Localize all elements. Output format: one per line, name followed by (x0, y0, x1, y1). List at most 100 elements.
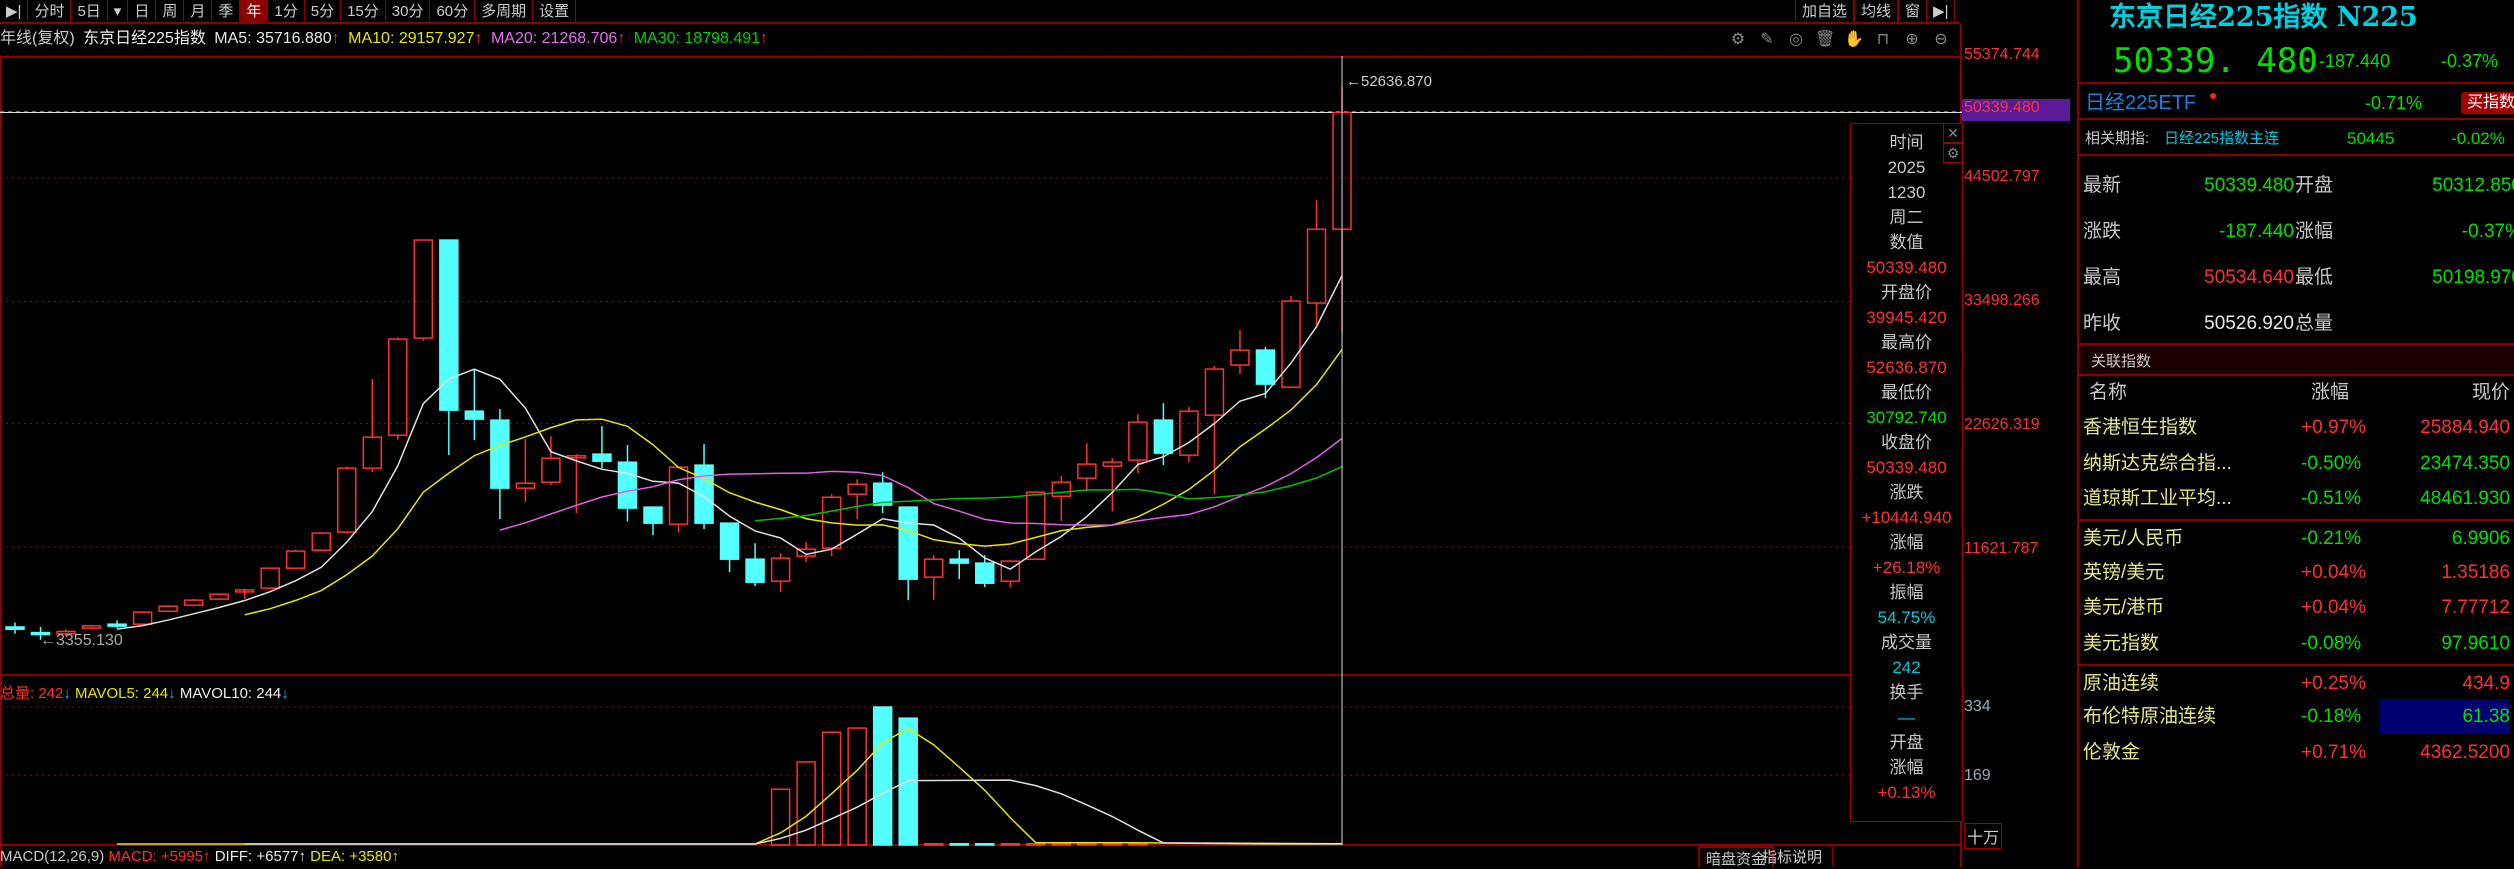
related-name: 香港恒生指数 (2083, 417, 2198, 438)
related-pct: -0.50% (2301, 453, 2362, 474)
close-icon[interactable]: ✕ (1943, 123, 1963, 143)
quote-panel: 东京日经225指数 N225 50339. 480 -187.440 -0.37… (2077, 0, 2514, 867)
volume-bar (1026, 843, 1046, 846)
high-annotation: ←52636.870 (1346, 73, 1432, 90)
candle-body (1281, 300, 1301, 388)
volume-bar (1128, 843, 1148, 846)
related-pct: +0.04% (2301, 562, 2366, 583)
futures-pct: -0.02% (2451, 129, 2505, 148)
etf-name[interactable]: 日经225ETF (2085, 86, 2196, 120)
futures-name[interactable]: 日经225指数主连 (2164, 122, 2279, 156)
related-row[interactable]: 纳斯达克综合指... -0.50% 23474.350 (2079, 446, 2514, 481)
buy-index-button[interactable]: 买指数 (2461, 92, 2514, 114)
mavol5-line (117, 727, 1343, 845)
quote-label: 涨幅 (2295, 221, 2334, 242)
candle-body (1026, 491, 1046, 560)
candle-body (413, 239, 434, 339)
candle-body (847, 483, 867, 495)
tooltip-item: 换手 (1889, 683, 1924, 702)
volume-unit: 十万 (1964, 823, 2003, 849)
tooltip-item: 振幅 (1889, 583, 1924, 602)
related-row[interactable]: 香港恒生指数 +0.97% 25884.940 (2079, 410, 2514, 445)
price-change-pct: -0.37% (2441, 51, 2499, 71)
related-name: 纳斯达克综合指... (2083, 453, 2232, 474)
tooltip-item: 涨幅 (1889, 533, 1924, 552)
volume-bar (949, 843, 969, 846)
macd-header: MACD(12,26,9) MACD: +5995↑ DIFF: +6577↑ … (0, 848, 399, 865)
live-dot-icon: ● (2209, 87, 2218, 103)
indicator-help-button[interactable]: 指标说明 (1752, 846, 1834, 867)
related-price: 23474.350 (2420, 453, 2510, 474)
candle-body (541, 457, 561, 483)
macd-name: MACD(12,26,9) (0, 848, 105, 865)
related-row[interactable]: 英镑/美元 +0.04% 1.35186 (2079, 555, 2514, 590)
candle-body (770, 557, 791, 582)
candle-body (617, 461, 638, 509)
tooltip-item: 最低价 (1881, 383, 1932, 402)
related-price: 1.35186 (2441, 562, 2510, 583)
candle-body (183, 599, 204, 606)
candle-body (132, 611, 153, 625)
quote-value: 50198.970 (2432, 267, 2514, 288)
tooltip-item: 开盘价 (1881, 283, 1932, 302)
tooltip-item: 50339.480 (1866, 458, 1947, 477)
candle-body (285, 550, 306, 569)
related-price: 25884.940 (2420, 417, 2510, 438)
tooltip-item: 242 (1892, 658, 1921, 677)
tooltip-item: +0.13% (1877, 783, 1936, 802)
candle-body (1128, 421, 1148, 461)
candle-body (464, 410, 485, 420)
candle-body (1204, 368, 1225, 416)
axis-label: 44502.797 (1964, 168, 2040, 185)
tooltip-item: 成交量 (1881, 633, 1932, 652)
axis-label: 55374.744 (1964, 46, 2040, 63)
candle-body (1051, 481, 1072, 497)
volume-bar (1077, 843, 1097, 846)
related-pct: -0.08% (2301, 633, 2362, 654)
quote-value: -187.440 (2218, 221, 2294, 242)
candle-body (362, 436, 383, 469)
candle-body (975, 562, 995, 584)
tooltip-item: +10444.940 (1861, 508, 1952, 527)
candle-body (260, 567, 280, 589)
related-row[interactable]: 原油连续 +0.25% 434.9 (2079, 664, 2514, 699)
candle-body (5, 626, 25, 630)
quote-label: 开盘 (2295, 175, 2334, 196)
current-price-label: 50339.480 (1962, 99, 2070, 121)
kline-chart[interactable] (0, 0, 1962, 867)
related-row[interactable]: 美元/港币 +0.04% 7.77712 (2079, 590, 2514, 625)
candle-body (158, 605, 178, 613)
related-price: 6.9906 (2451, 528, 2510, 549)
related-pct: -0.21% (2301, 528, 2362, 549)
gear-icon[interactable]: ⚙ (1943, 143, 1963, 163)
etf-row[interactable]: 日经225ETF ● -0.71% 买指数 (2079, 86, 2514, 120)
related-row[interactable]: 伦敦金 +0.71% 4362.5200 (2079, 735, 2514, 770)
related-row[interactable]: 道琼斯工业平均... -0.51% 48461.930 (2079, 481, 2514, 516)
tooltip-item: 周二 (1889, 208, 1924, 227)
volume-bar (1051, 843, 1072, 846)
candle-body (515, 482, 536, 489)
related-row[interactable]: 布伦特原油连续 -0.18% 61.38 (2079, 699, 2514, 734)
candle-body (337, 467, 357, 533)
candle-body (1077, 463, 1097, 479)
volume-bar (898, 717, 918, 846)
related-row[interactable]: 美元指数 -0.08% 97.9610 (2079, 626, 2514, 661)
candle-body (668, 466, 689, 525)
candle-body (923, 558, 944, 578)
column-pct: 涨幅 (2311, 382, 2350, 403)
related-row[interactable]: 美元/人民币 -0.21% 6.9906 (2079, 519, 2514, 554)
related-price: 48461.930 (2420, 488, 2510, 509)
etf-pct: -0.71% (2365, 93, 2423, 113)
mavol10-line (244, 779, 1343, 845)
tooltip-item: — (1898, 708, 1915, 727)
related-price: 434.9 (2462, 673, 2510, 694)
candle-body (1230, 349, 1250, 366)
related-pct: +0.71% (2301, 742, 2366, 763)
quote-value: 50534.640 (2204, 267, 2294, 288)
macd-value: MACD: +5995↑ (108, 848, 211, 865)
related-name: 道琼斯工业平均... (2083, 488, 2232, 509)
volume-bar (1102, 843, 1123, 846)
axis-label: 11621.787 (1964, 540, 2039, 557)
related-name: 伦敦金 (2083, 742, 2141, 763)
futures-row[interactable]: 相关期指: 日经225指数主连 50445 -0.02% (2079, 122, 2514, 156)
